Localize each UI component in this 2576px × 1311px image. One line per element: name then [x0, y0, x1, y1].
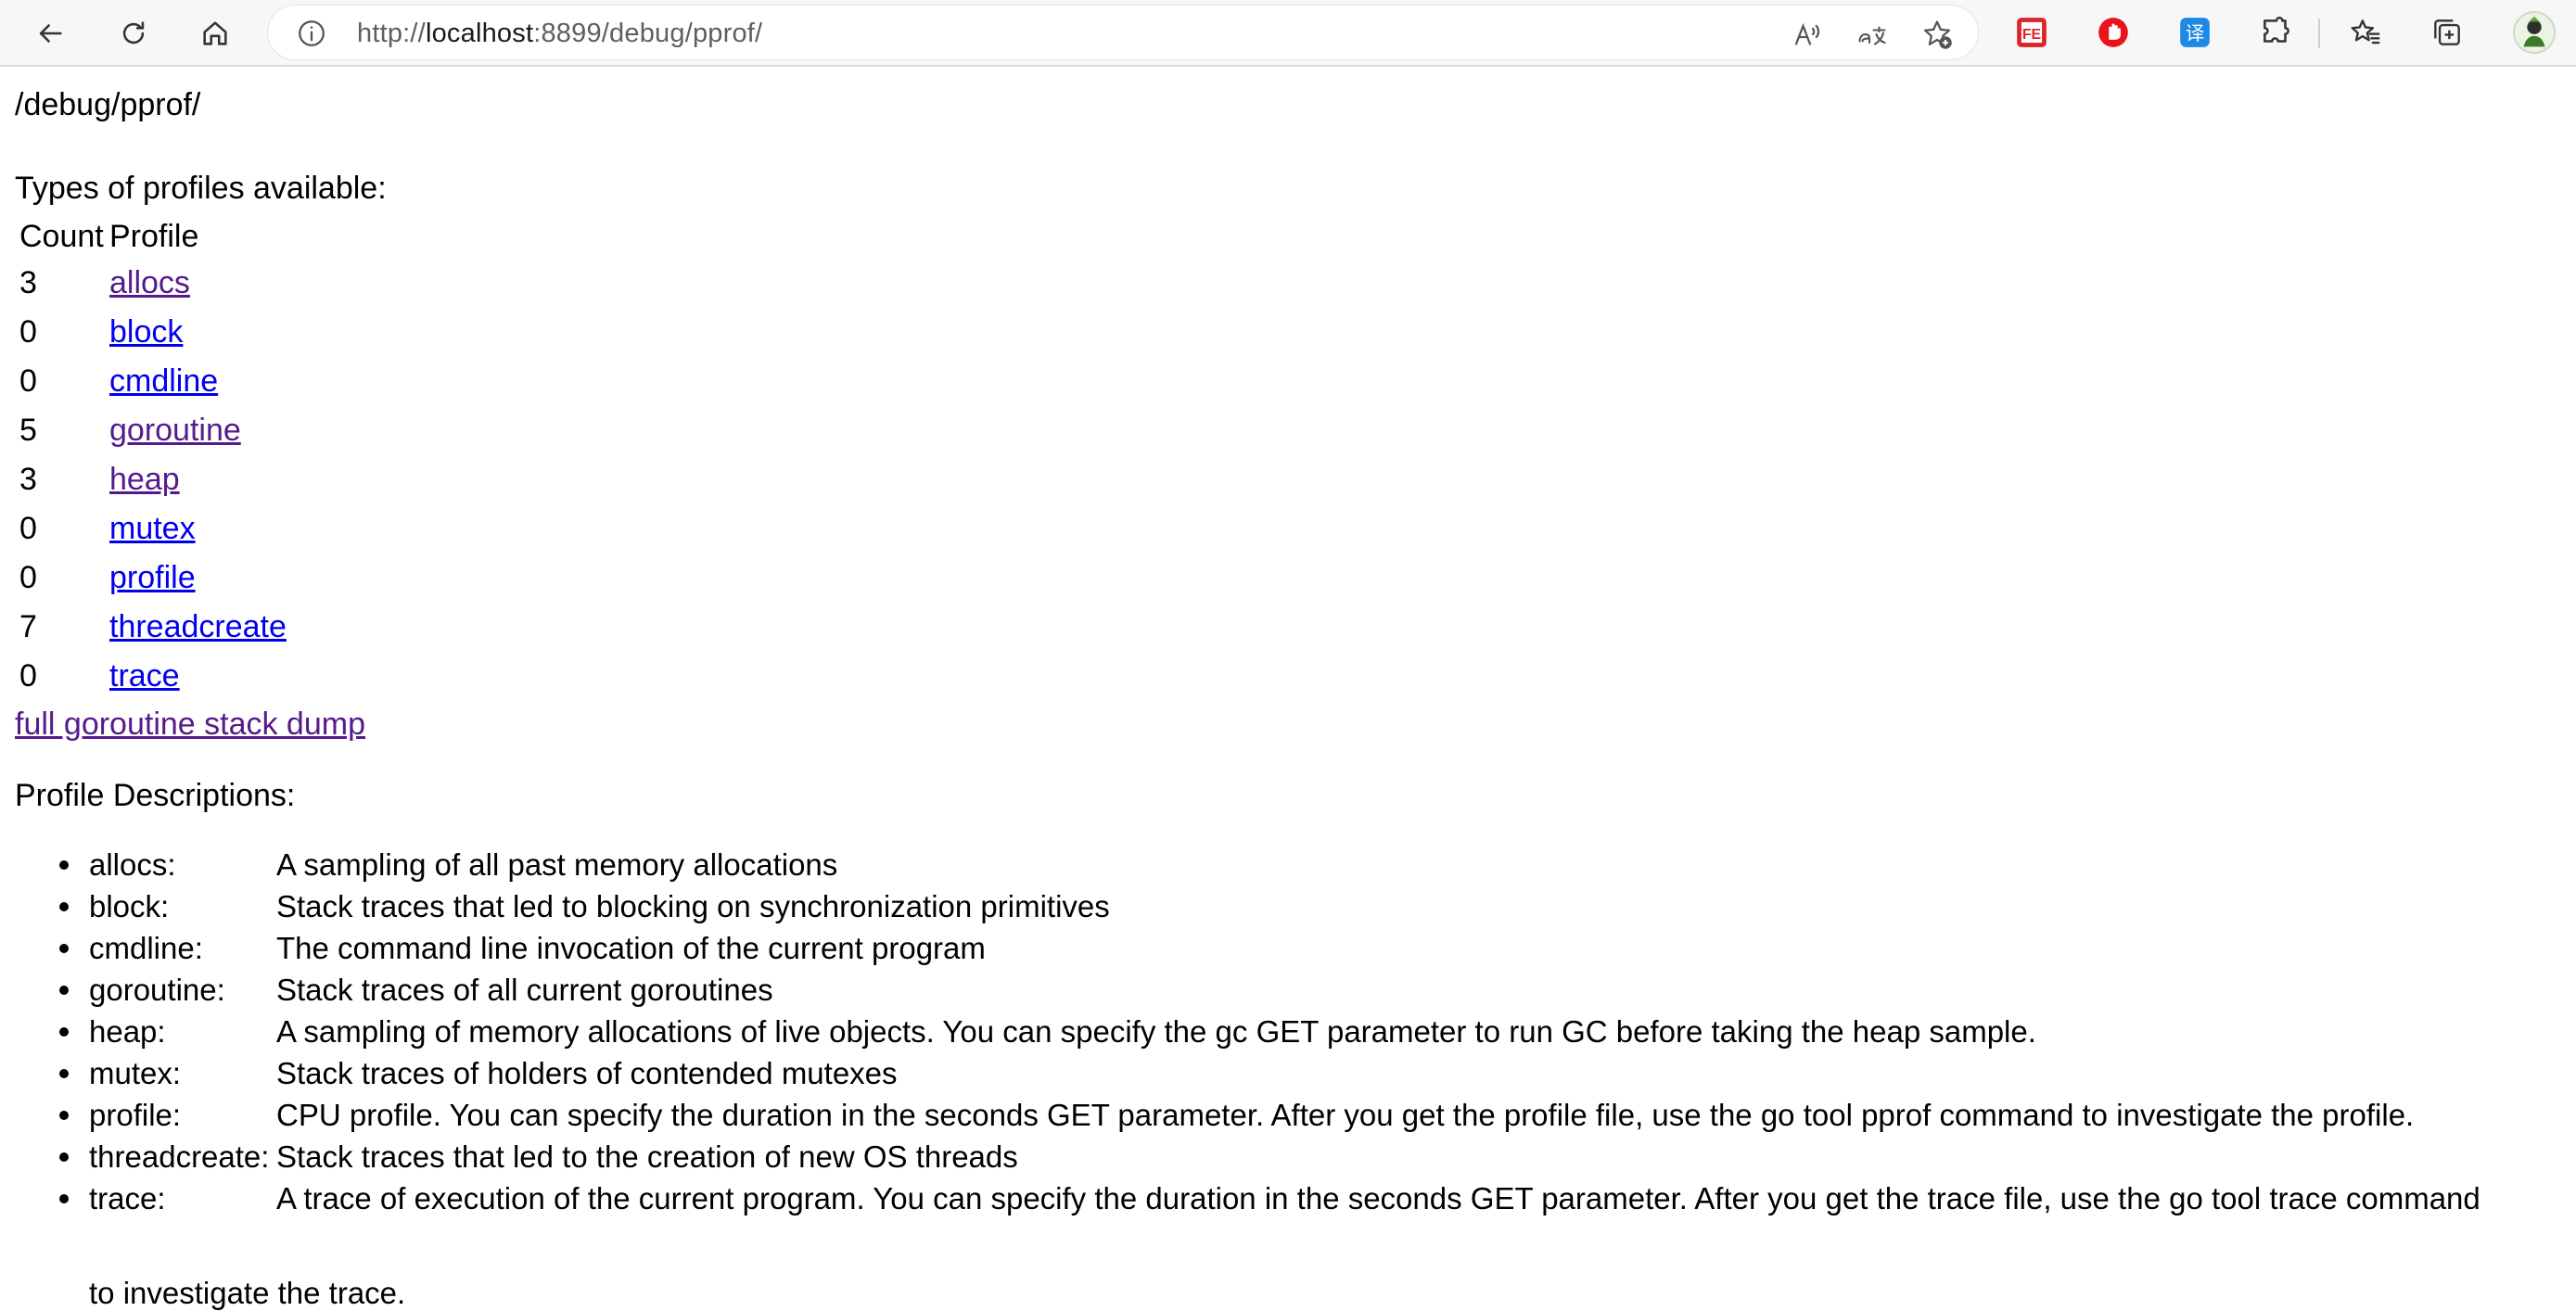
count-header: Count	[19, 219, 104, 255]
description-text: The command line invocation of the curre…	[276, 931, 986, 965]
description-text: Stack traces that led to the creation of…	[276, 1139, 1018, 1174]
profile-count: 3	[19, 264, 37, 300]
profile-link-threadcreate[interactable]: threadcreate	[109, 609, 287, 644]
description-text: Stack traces of holders of contended mut…	[276, 1056, 898, 1090]
description-text: Stack traces of all current goroutines	[276, 973, 773, 1007]
favorites-icon[interactable]	[2348, 15, 2383, 50]
table-row: 5 goroutine	[19, 409, 287, 452]
puzzle-icon[interactable]	[2259, 15, 2294, 50]
profile-link-heap[interactable]: heap	[109, 462, 180, 497]
profiles-table: Count Profile 3 allocs 0 block 0 cmdline…	[15, 213, 291, 704]
url-path: :8899/debug/pprof/	[533, 19, 763, 48]
toolbar-divider	[2318, 19, 2320, 48]
profile-link-block[interactable]: block	[109, 314, 183, 350]
list-item: goroutine: Stack traces of all current go…	[52, 969, 2574, 1011]
profile-link-allocs[interactable]: allocs	[109, 265, 190, 300]
description-name: profile:	[89, 1098, 182, 1132]
table-row: 3 allocs	[19, 261, 287, 305]
full-goroutine-dump-link[interactable]: full goroutine stack dump	[15, 706, 365, 743]
description-name: trace:	[89, 1181, 166, 1216]
profile-count: 0	[19, 657, 37, 694]
url-prefix: http://	[357, 19, 426, 48]
profile-count: 0	[19, 559, 37, 595]
url-text[interactable]: http://localhost:8899/debug/pprof/	[357, 19, 762, 49]
browser-toolbar: http://localhost:8899/debug/pprof/ FE 译	[0, 0, 2576, 67]
table-row: 0 block	[19, 311, 287, 354]
description-text: Stack traces that led to blocking on syn…	[276, 889, 1110, 923]
profile-count: 7	[19, 608, 37, 644]
description-name: mutex:	[89, 1056, 182, 1090]
page-content: /debug/pprof/ Types of profiles availabl…	[0, 69, 2576, 1310]
list-item: cmdline: The command line invocation of t…	[52, 927, 2574, 969]
description-text: A sampling of all past memory allocation…	[276, 847, 838, 882]
refresh-icon[interactable]	[109, 9, 158, 57]
description-name: cmdline:	[89, 931, 203, 965]
types-title: Types of profiles available:	[15, 171, 387, 206]
url-host: localhost	[425, 19, 534, 48]
table-row: 0 cmdline	[19, 360, 287, 403]
table-row: 7 threadcreate	[19, 605, 287, 649]
table-row: 3 heap	[19, 458, 287, 502]
trace-description-continuation: to investigate the trace.	[89, 1276, 406, 1310]
translate-icon[interactable]	[1855, 18, 1889, 51]
description-text: CPU profile. You can specify the duratio…	[276, 1098, 2415, 1132]
table-row: 0 mutex	[19, 507, 287, 551]
back-arrow-icon[interactable]	[26, 9, 74, 57]
collections-icon[interactable]	[2429, 15, 2465, 50]
profile-link-goroutine[interactable]: goroutine	[109, 413, 241, 448]
list-item: trace: A trace of execution of the curren…	[52, 1177, 2574, 1219]
add-favorite-icon[interactable]	[1920, 18, 1954, 51]
profile-count: 3	[19, 461, 37, 497]
descriptions-title: Profile Descriptions:	[15, 778, 296, 813]
profile-link-cmdline[interactable]: cmdline	[109, 363, 218, 399]
profile-link-trace[interactable]: trace	[109, 658, 180, 694]
profile-header: Profile	[109, 219, 199, 255]
description-name: block:	[89, 889, 170, 923]
read-aloud-icon[interactable]	[1791, 18, 1824, 51]
description-name: allocs:	[89, 847, 176, 882]
translate-extension-label: 译	[2186, 22, 2205, 45]
fe-extension-label: FE	[2022, 27, 2041, 43]
description-name: heap:	[89, 1014, 166, 1049]
profile-count: 0	[19, 313, 37, 350]
list-item: mutex: Stack traces of holders of contend…	[52, 1052, 2574, 1094]
translate-extension-icon[interactable]: 译	[2177, 15, 2213, 50]
description-name: goroutine:	[89, 973, 225, 1007]
list-item: allocs: A sampling of all past memory all…	[52, 844, 2574, 885]
descriptions-list: allocs: A sampling of all past memory all…	[52, 844, 2574, 1219]
list-item: block: Stack traces that led to blocking …	[52, 885, 2574, 927]
profile-link-profile[interactable]: profile	[109, 560, 196, 595]
description-text: A sampling of memory allocations of live…	[276, 1014, 2036, 1049]
avatar[interactable]	[2513, 11, 2556, 54]
description-text: A trace of execution of the current prog…	[276, 1181, 2480, 1216]
address-bar[interactable]: http://localhost:8899/debug/pprof/	[267, 5, 1979, 60]
info-icon[interactable]	[296, 18, 327, 49]
profile-count: 0	[19, 363, 37, 399]
table-header-row: Count Profile	[19, 219, 287, 256]
list-item: profile: CPU profile. You can specify the…	[52, 1094, 2574, 1136]
profile-count: 0	[19, 510, 37, 546]
description-name: threadcreate:	[89, 1139, 270, 1174]
list-item: threadcreate: Stack traces that led to th…	[52, 1136, 2574, 1177]
adblock-extension-icon[interactable]	[2096, 15, 2131, 50]
list-item: heap: A sampling of memory allocations of…	[52, 1011, 2574, 1052]
profile-link-mutex[interactable]: mutex	[109, 511, 196, 546]
page-path-heading: /debug/pprof/	[15, 87, 201, 122]
table-row: 0 profile	[19, 556, 287, 600]
profile-count: 5	[19, 412, 37, 448]
table-row: 0 trace	[19, 655, 287, 698]
home-icon[interactable]	[191, 9, 239, 57]
fe-extension-icon[interactable]: FE	[2014, 15, 2049, 50]
